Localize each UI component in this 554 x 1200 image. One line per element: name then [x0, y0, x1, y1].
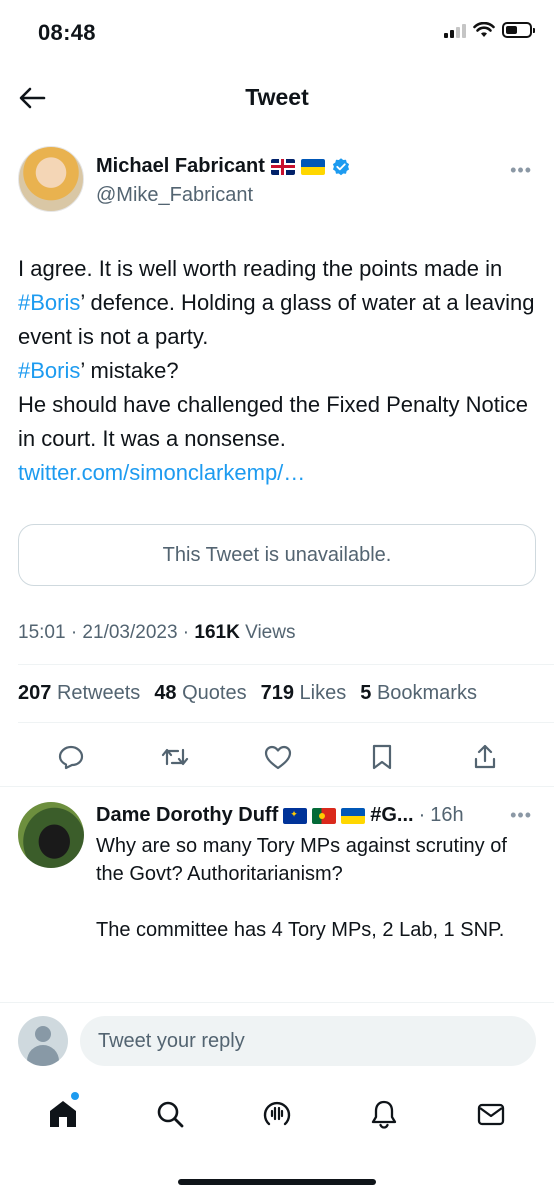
views-label: Views	[239, 622, 296, 643]
bookmark-icon	[372, 744, 391, 770]
divider	[18, 664, 554, 665]
tweet-meta: 15:01 · 21/03/2023 · 161K Views	[18, 622, 295, 644]
retweet-icon	[161, 748, 188, 766]
views-count: 161K	[194, 622, 240, 643]
like-button[interactable]	[261, 740, 295, 774]
share-icon	[474, 744, 496, 769]
tweet-stats: 207 Retweets 48 Quotes 719 Likes 5 Bookm…	[18, 682, 477, 705]
bookmarks-stat[interactable]: 5 Bookmarks	[360, 682, 477, 705]
reply-author-name: Dame Dorothy Duff	[96, 804, 279, 826]
tweet-text: I agree. It is well worth reading the po…	[18, 252, 538, 490]
notifications-icon	[371, 1100, 396, 1129]
spaces-icon	[263, 1101, 291, 1126]
ukraine-flag-icon	[341, 807, 366, 824]
tab-search[interactable]	[148, 1092, 192, 1136]
verified-badge-icon	[332, 157, 350, 175]
portugal-flag-icon	[312, 807, 337, 824]
author-name-row[interactable]: Michael Fabricant	[96, 155, 351, 178]
uk-flag-icon	[270, 158, 295, 175]
divider	[0, 1002, 554, 1003]
tab-messages[interactable]	[469, 1092, 513, 1136]
messages-icon	[477, 1103, 504, 1126]
hashtag-link[interactable]: #Boris	[18, 290, 80, 315]
battery-icon	[502, 22, 535, 38]
reply-name-suffix: #G...	[370, 804, 414, 826]
like-icon	[264, 745, 292, 770]
tab-spaces[interactable]	[255, 1092, 299, 1136]
retweets-stat[interactable]: 207 Retweets	[18, 682, 140, 705]
tweet-url-link[interactable]: twitter.com/simonclarkemp/…	[18, 460, 305, 485]
reply-more-options-icon[interactable]: •••	[510, 805, 532, 826]
hashtag-link[interactable]: #Boris	[18, 358, 80, 383]
author-name: Michael Fabricant	[96, 155, 265, 177]
reply-author-avatar[interactable]	[18, 802, 84, 868]
home-indicator[interactable]	[178, 1179, 376, 1185]
author-handle[interactable]: @Mike_Fabricant	[96, 184, 253, 207]
tweet-timestamp: 15:01 · 21/03/2023 ·	[18, 622, 195, 643]
reply-button[interactable]	[54, 740, 88, 774]
retweet-button[interactable]	[158, 740, 192, 774]
wifi-icon	[473, 22, 495, 37]
author-avatar[interactable]	[18, 146, 84, 212]
divider	[0, 786, 554, 787]
page-title: Tweet	[245, 84, 309, 110]
likes-stat[interactable]: 719 Likes	[261, 682, 347, 705]
my-avatar[interactable]	[18, 1016, 68, 1066]
tweet-text-part: ’ mistake?	[80, 358, 179, 383]
reply-header[interactable]: Dame Dorothy Duff #G... · 16h	[96, 804, 464, 827]
reply-text: Why are so many Tory MPs against scrutin…	[96, 835, 507, 941]
tab-home[interactable]	[41, 1092, 85, 1136]
tab-notifications[interactable]	[362, 1092, 406, 1136]
eu-flag-icon	[283, 807, 308, 824]
share-button[interactable]	[468, 740, 502, 774]
reply-input[interactable]	[80, 1016, 536, 1066]
quoted-tweet-unavailable: This Tweet is unavailable.	[18, 524, 536, 586]
search-icon	[157, 1101, 184, 1128]
reply-time: 16h	[430, 804, 464, 826]
tweet-actions	[18, 740, 536, 774]
bookmark-button[interactable]	[365, 740, 399, 774]
quotes-stat[interactable]: 48 Quotes	[154, 682, 246, 705]
reply-dot: ·	[418, 804, 426, 826]
quote-unavailable-text: This Tweet is unavailable.	[162, 543, 392, 566]
more-options-icon[interactable]: •••	[510, 160, 532, 181]
signal-icon	[444, 22, 466, 38]
tweet-text-part: ’ defence. Holding a glass of water at a…	[18, 290, 535, 349]
status-time: 08:48	[38, 20, 96, 45]
tweet-text-part: I agree. It is well worth reading the po…	[18, 256, 503, 281]
reply-icon	[58, 745, 84, 770]
bottom-tab-bar	[0, 1092, 554, 1136]
ukraine-flag-icon	[300, 158, 325, 175]
status-icons	[444, 22, 535, 38]
home-icon	[50, 1101, 77, 1127]
tweet-text-part: He should have challenged the Fixed Pena…	[18, 392, 528, 451]
divider	[18, 722, 554, 723]
